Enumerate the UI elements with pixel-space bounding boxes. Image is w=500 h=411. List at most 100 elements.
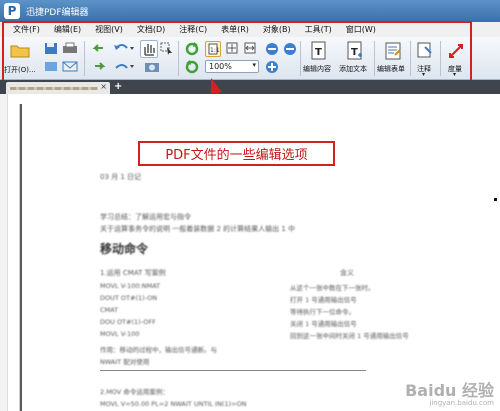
select-tool-button[interactable] xyxy=(160,42,174,56)
document-tab[interactable]: × xyxy=(6,82,110,94)
minus-circle-icon xyxy=(284,43,296,55)
callout-label: PDF文件的一些编辑选项 xyxy=(138,141,335,166)
new-tab-button[interactable]: + xyxy=(114,81,122,92)
row-right: 打开 1 号通用输出信号 xyxy=(290,296,357,304)
zoom-in-icon xyxy=(266,61,278,73)
svg-text:T: T xyxy=(315,47,322,58)
note-line: 作用：移动的过程中，输出信号通断。与 xyxy=(100,346,217,354)
rotate-ccw-icon xyxy=(185,60,199,74)
annotate-button[interactable]: 注释 ▾ xyxy=(414,39,436,78)
print-button[interactable] xyxy=(62,42,78,56)
chevron-down-icon: ▾ xyxy=(252,61,256,69)
menu-bar: 文件(F) 编辑(E) 视图(V) 文档(D) 注释(C) 表单(R) 对象(B… xyxy=(0,22,500,37)
menu-document[interactable]: 文档(D) xyxy=(130,24,172,35)
import-button[interactable] xyxy=(92,42,106,56)
zoom-select[interactable]: 100% ▾ xyxy=(205,60,259,73)
close-icon[interactable]: × xyxy=(100,82,107,91)
rotate-cw-icon xyxy=(185,42,199,56)
measure-icon xyxy=(449,44,463,58)
add-text-icon: T xyxy=(347,41,362,60)
toolbar-separator xyxy=(300,41,301,76)
summary-line-2: 关于运算事务令的说明 一般着装数据 2 的计算结果人输出 1 中 xyxy=(100,225,296,233)
row-left: MOVL V-100 xyxy=(100,330,140,338)
camera-icon xyxy=(145,63,159,72)
menu-tools[interactable]: 工具(T) xyxy=(298,24,339,35)
arrow-right-icon xyxy=(95,62,106,70)
row-left: CMAT xyxy=(100,306,119,314)
hand-icon xyxy=(144,44,155,56)
menu-window[interactable]: 窗口(W) xyxy=(339,24,383,35)
add-text-button[interactable]: T 添加文本 xyxy=(338,39,372,78)
hand-tool-button[interactable] xyxy=(140,40,158,58)
title-bar: P 迅捷PDF编辑器 xyxy=(0,0,500,22)
menu-file[interactable]: 文件(F) xyxy=(6,24,47,35)
fit-page-icon xyxy=(226,42,238,54)
edit-form-button[interactable]: 编辑表单 xyxy=(376,39,410,78)
email-icon xyxy=(62,61,78,72)
table-header-left: 1.运用 CMAT 写案例 xyxy=(100,269,166,277)
scan-icon xyxy=(45,62,57,71)
edit-content-button[interactable]: T 编辑内容 xyxy=(302,39,336,78)
toolbar-separator xyxy=(178,41,179,76)
date-line: 03 月 1 日记 xyxy=(100,173,142,181)
cursor-select-icon xyxy=(160,42,172,55)
edit-content-label: 编辑内容 xyxy=(303,65,331,73)
document-tab-title xyxy=(10,87,98,90)
actual-size-button[interactable]: 1:1 xyxy=(205,41,221,57)
section-heading: 移动命令 xyxy=(100,242,149,256)
scan-button[interactable] xyxy=(44,60,60,74)
fit-width-button[interactable] xyxy=(243,41,259,57)
edit-content-icon: T xyxy=(311,41,326,60)
command-line: MOVL V=50.00 PL=2 NWAIT UNTIL IN(1)=ON xyxy=(100,400,247,408)
save-button[interactable] xyxy=(44,42,60,56)
menu-form[interactable]: 表单(R) xyxy=(214,24,256,35)
folder-icon xyxy=(10,45,30,58)
rotate-ccw-button[interactable] xyxy=(184,59,200,75)
svg-text:1:1: 1:1 xyxy=(210,47,220,54)
email-button[interactable] xyxy=(62,60,78,74)
toolbar-separator xyxy=(410,41,411,76)
menu-comment[interactable]: 注释(C) xyxy=(172,24,214,35)
watermark-url: jingyan.baidu.com xyxy=(429,399,494,407)
row-right: 等待执行下一位命令。 xyxy=(290,308,355,316)
chevron-down-icon: ▾ xyxy=(422,71,426,78)
edit-form-label: 编辑表单 xyxy=(377,65,405,73)
undo-button[interactable] xyxy=(112,42,134,56)
row-right: 回到这一张中间时关闭 1 号通用输出信号 xyxy=(290,332,409,340)
divider xyxy=(100,370,366,371)
watermark: Baidu 经验 jingyan.baidu.com xyxy=(405,377,494,407)
zoom-out-button[interactable] xyxy=(264,41,280,57)
document-tab-bar: × + xyxy=(0,80,500,94)
open-button[interactable]: 打开(O)... xyxy=(4,40,40,78)
save-icon xyxy=(45,43,57,54)
row-left: DOUT OT#(1)-ON xyxy=(100,294,158,302)
toolbar-separator xyxy=(374,41,375,76)
zoom-in-button[interactable] xyxy=(264,59,280,75)
open-label: 打开(O)... xyxy=(4,66,36,74)
fit-width-icon xyxy=(244,42,256,54)
menu-edit[interactable]: 编辑(E) xyxy=(47,24,88,35)
app-logo-icon: P xyxy=(4,3,20,19)
undo-icon xyxy=(114,44,134,50)
row-right: 关闭 1 号通用输出信号 xyxy=(290,320,357,328)
export-button[interactable] xyxy=(92,60,106,74)
menu-object[interactable]: 对象(B) xyxy=(256,24,298,35)
edit-form-icon xyxy=(385,42,401,60)
zoom-minus-button[interactable] xyxy=(282,41,298,57)
toolbar-separator xyxy=(440,41,441,76)
watermark-brand: Baidu 经验 xyxy=(405,381,494,400)
row-right: 从这个一张中数在下一张时。 xyxy=(290,284,375,292)
redo-button[interactable] xyxy=(112,60,134,74)
row-left: DOU OT#(1)-OFF xyxy=(100,318,156,326)
menu-view[interactable]: 视图(V) xyxy=(88,24,130,35)
fit-page-button[interactable] xyxy=(225,41,241,57)
rotate-cw-button[interactable] xyxy=(184,41,200,57)
snapshot-button[interactable] xyxy=(144,60,160,74)
arrow-left-icon xyxy=(92,44,103,52)
text-cursor xyxy=(494,198,497,201)
left-gutter xyxy=(0,94,8,411)
table-header-right: 含义 xyxy=(340,269,354,277)
measure-button[interactable]: 度量 ▾ xyxy=(444,39,468,78)
note-line-2: NWAIT 配对使用 xyxy=(100,358,150,366)
toolbar-separator xyxy=(84,41,85,76)
